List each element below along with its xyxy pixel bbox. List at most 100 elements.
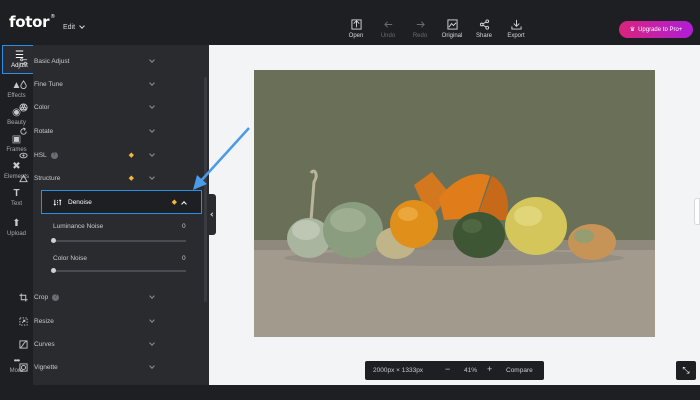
- chevron-up-icon: [181, 201, 187, 207]
- upgrade-label: Upgrade to Pro+: [638, 26, 683, 33]
- original-label: Original: [441, 33, 463, 39]
- chevron-down-icon: [149, 80, 155, 86]
- panel-item-label: Fine Tune: [34, 80, 63, 88]
- denoise-icon: [52, 197, 62, 207]
- right-panel-handle[interactable]: [694, 198, 700, 225]
- panel-item-curves[interactable]: Curves: [8, 334, 168, 354]
- chevron-down-icon: [149, 293, 155, 299]
- export-label: Export: [507, 33, 525, 39]
- chevron-down-icon: [149, 174, 155, 180]
- panel-item-rotate[interactable]: Rotate: [8, 121, 168, 141]
- redo-button[interactable]: Redo: [404, 19, 436, 39]
- chevron-down-icon: [149, 57, 155, 63]
- logo-mark: ®: [50, 14, 55, 20]
- help-icon[interactable]: ?: [52, 293, 60, 301]
- upgrade-button[interactable]: ♛ Upgrade to Pro+: [619, 21, 693, 38]
- share-label: Share: [475, 33, 492, 39]
- panel-item-vignette[interactable]: Vignette: [8, 357, 168, 377]
- vignette-icon: [18, 362, 28, 372]
- panel-item-label: Basic Adjust: [34, 57, 70, 65]
- panel-item-label: Curves: [34, 340, 55, 348]
- crop-icon: [18, 292, 28, 302]
- panel-item-hsl[interactable]: HSL ? ◆: [8, 145, 168, 165]
- rail-label: Upload: [6, 230, 26, 237]
- upload-icon: ⬆: [12, 217, 21, 229]
- zoom-out-button[interactable]: −: [445, 364, 450, 374]
- toolbar: Open Undo Redo Original Share Export: [340, 19, 532, 39]
- panel-item-label: Denoise: [68, 198, 92, 206]
- pro-badge-icon: ◆: [171, 199, 177, 206]
- rail-item-upload[interactable]: ⬆ Upload: [0, 213, 33, 242]
- logo-text: fotor: [9, 13, 50, 31]
- undo-label: Undo: [380, 33, 396, 39]
- chevron-down-icon: [149, 151, 155, 157]
- resize-icon: [18, 316, 28, 326]
- panel-item-label: Rotate: [34, 127, 54, 135]
- app-window: fotor® Edit Open Undo Redo Original Shar…: [0, 0, 700, 400]
- open-label: Open: [348, 33, 364, 39]
- slider-handle[interactable]: [51, 238, 56, 243]
- redo-icon: [416, 21, 425, 28]
- panel-item-color[interactable]: Color: [8, 97, 168, 117]
- panel-item-structure[interactable]: Structure ◆: [8, 168, 168, 188]
- rotate-icon: [18, 126, 28, 136]
- chevron-down-icon: [149, 340, 155, 346]
- collapse-panel-button[interactable]: [208, 194, 216, 235]
- luminance-noise-slider[interactable]: [51, 238, 186, 243]
- slider-handle[interactable]: [51, 268, 56, 273]
- top-bar: fotor® Edit Open Undo Redo Original Shar…: [0, 0, 700, 45]
- chevron-left-icon: [210, 212, 215, 217]
- color-icon: [18, 102, 28, 112]
- panel-item-label: Structure: [34, 174, 61, 182]
- fotor-logo[interactable]: fotor®: [9, 13, 55, 31]
- undo-button[interactable]: Undo: [372, 19, 404, 39]
- chevron-down-icon: [149, 127, 155, 133]
- hsl-icon: [18, 150, 28, 160]
- triangle-icon: [18, 173, 28, 183]
- photo-canvas[interactable]: [254, 70, 655, 337]
- color-noise-value: 0: [182, 255, 186, 262]
- panel-item-label: Crop: [34, 293, 49, 301]
- redo-label: Redo: [412, 33, 428, 39]
- zoom-in-button[interactable]: +: [487, 364, 492, 374]
- color-noise-label: Color Noise: [53, 255, 87, 262]
- panel-scrollbar[interactable]: [204, 77, 207, 302]
- panel-item-basic-adjust[interactable]: Basic Adjust: [8, 51, 168, 71]
- image-dimensions: 2000px × 1333px: [373, 367, 424, 374]
- help-icon[interactable]: ?: [50, 151, 58, 159]
- expand-button[interactable]: ⤡: [676, 361, 696, 380]
- panel-item-label: HSL: [34, 151, 47, 159]
- open-icon: [350, 19, 362, 30]
- panel-item-denoise[interactable]: Denoise ◆: [41, 190, 202, 214]
- panel-item-label: Vignette: [34, 363, 58, 371]
- panel-item-fine-tune[interactable]: Fine Tune: [8, 74, 168, 94]
- share-button[interactable]: Share: [468, 19, 500, 39]
- open-button[interactable]: Open: [340, 19, 372, 39]
- chevron-down-icon: [79, 23, 85, 29]
- export-button[interactable]: Export: [500, 19, 532, 39]
- panel-item-label: Color: [34, 103, 50, 111]
- color-noise-slider[interactable]: [51, 268, 186, 273]
- text-icon: T: [13, 187, 20, 199]
- compare-button[interactable]: Compare: [506, 367, 533, 374]
- chevron-down-icon: [149, 317, 155, 323]
- droplet-icon: [18, 79, 28, 89]
- sliders-icon: [18, 56, 28, 66]
- pro-badge-icon: ◆: [128, 152, 134, 159]
- panel-item-crop[interactable]: Crop ?: [8, 287, 168, 307]
- original-button[interactable]: Original: [436, 19, 468, 39]
- edit-menu[interactable]: Edit: [63, 23, 85, 31]
- expand-icon: ⤡: [682, 365, 690, 375]
- edit-label: Edit: [63, 24, 76, 31]
- undo-icon: [383, 21, 392, 28]
- luminance-noise-label: Luminance Noise: [53, 223, 104, 230]
- share-icon: [479, 19, 489, 30]
- original-icon: [446, 19, 458, 30]
- rail-label: Text: [10, 200, 22, 207]
- panel-item-resize[interactable]: Resize: [8, 311, 168, 331]
- panel-item-label: Resize: [34, 317, 54, 325]
- zoom-level[interactable]: 41%: [464, 367, 477, 374]
- luminance-noise-value: 0: [182, 223, 186, 230]
- crown-icon: ♛: [629, 27, 636, 33]
- curves-icon: [18, 339, 28, 349]
